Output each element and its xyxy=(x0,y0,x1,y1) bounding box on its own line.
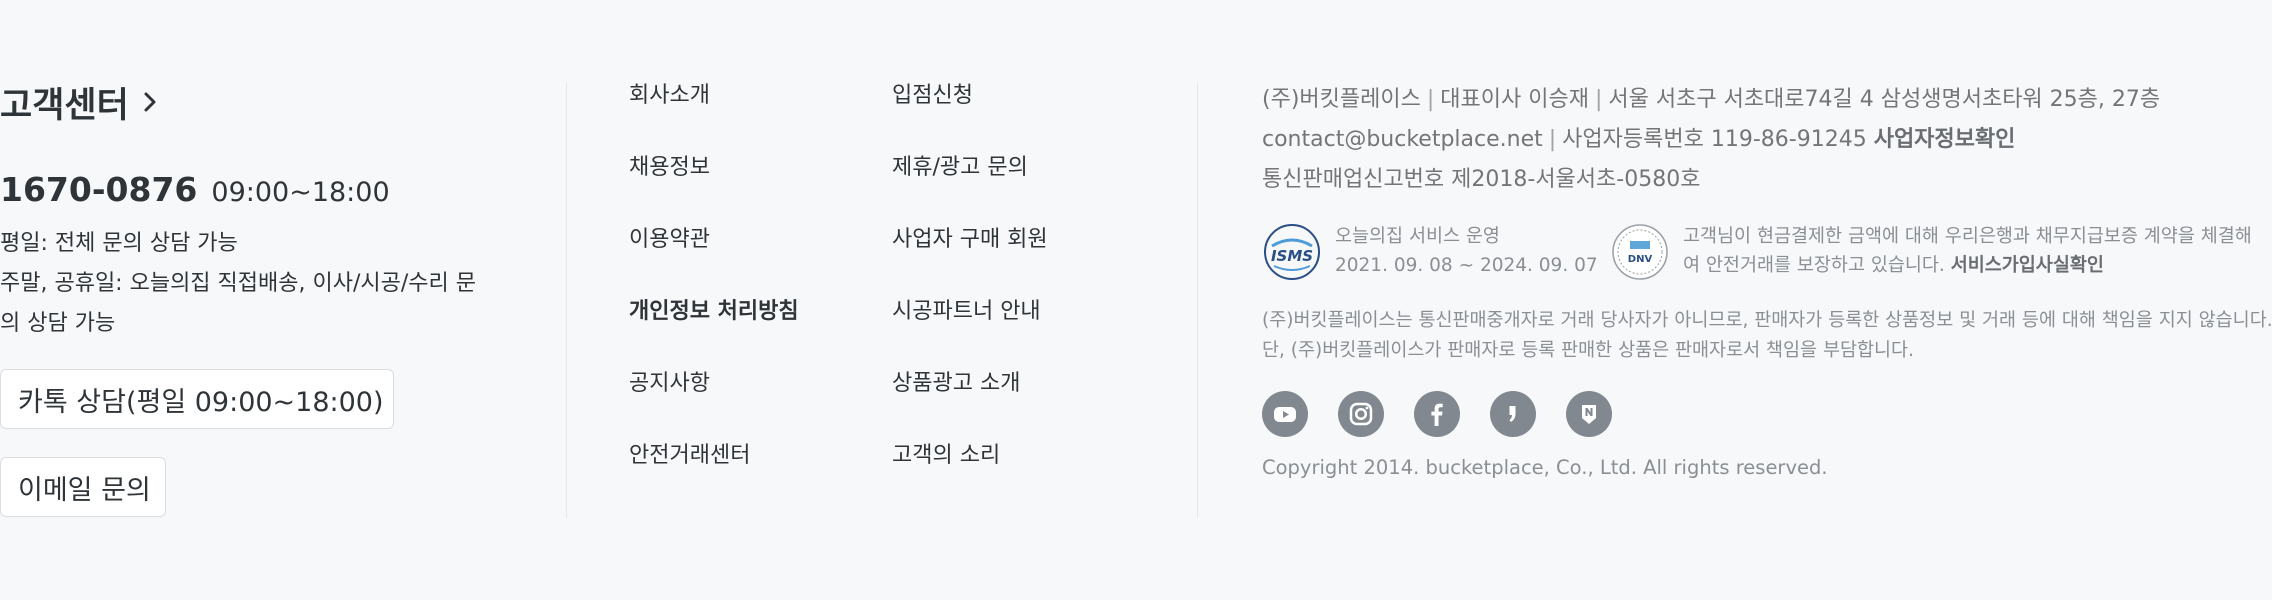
business-number: 사업자등록번호 119-86-91245 xyxy=(1562,127,1867,152)
naver-post-icon[interactable] xyxy=(1566,391,1612,437)
isms-period: 2021. 09. 08 ~ 2024. 09. 07 xyxy=(1335,255,1598,276)
isms-certification: ISMS 오늘의집 서비스 운영 2021. 09. 08 ~ 2024. 09… xyxy=(1262,222,1598,282)
dnv-seal-icon: DNV xyxy=(1612,224,1668,280)
company-line-2: contact@bucketplace.net | 사업자등록번호 119-86-9… xyxy=(1262,127,2016,152)
customer-center-link[interactable]: 고객센터 xyxy=(0,78,530,126)
footer-link-careers[interactable]: 채용정보 xyxy=(629,148,799,220)
kakao-story-icon[interactable] xyxy=(1490,391,1536,437)
consultation-line: 주말, 공휴일: 오늘의집 직접배송, 이사/시공/수리 문 xyxy=(0,271,476,296)
svg-text:DNV: DNV xyxy=(1628,254,1653,265)
column-divider xyxy=(1197,83,1198,518)
certifications: ISMS 오늘의집 서비스 운영 2021. 09. 08 ~ 2024. 09… xyxy=(1262,222,2272,292)
escrow-description: 고객님이 현금결제한 금액에 대해 우리은행과 채무지급보증 계약을 체결해 xyxy=(1683,226,2252,247)
disclaimer-line: 단, (주)버킷플레이스가 판매자로 등록 판매한 상품은 판매자로서 책임을 … xyxy=(1262,340,1914,361)
email-inquiry-button[interactable]: 이메일 문의 xyxy=(0,457,166,517)
isms-description: 오늘의집 서비스 운영 xyxy=(1335,226,1500,247)
kakao-consult-button[interactable]: 카톡 상담(평일 09:00~18:00) xyxy=(0,369,394,429)
disclaimer-line: (주)버킷플레이스는 통신판매중개자로 거래 당사자가 아니므로, 판매자가 등… xyxy=(1262,310,2272,331)
chevron-right-icon xyxy=(144,92,156,112)
footer-link-business-member[interactable]: 사업자 구매 회원 xyxy=(892,220,1048,292)
phone-number: 1670-0876 xyxy=(0,170,198,209)
isms-logo-icon: ISMS xyxy=(1264,224,1320,280)
disclaimer: (주)버킷플레이스는 통신판매중개자로 거래 당사자가 아니므로, 판매자가 등… xyxy=(1262,306,2272,366)
company-email: contact@bucketplace.net xyxy=(1262,127,1543,152)
consultation-info: 평일: 전체 문의 상담 가능 주말, 공휴일: 오늘의집 직접배송, 이사/시… xyxy=(0,224,500,344)
footer-link-privacy[interactable]: 개인정보 처리방침 xyxy=(629,292,799,364)
service-join-check-link[interactable]: 서비스가입사실확인 xyxy=(1951,255,2104,276)
svg-text:ISMS: ISMS xyxy=(1271,247,1313,265)
footer-link-terms[interactable]: 이용약관 xyxy=(629,220,799,292)
company-ceo: 대표이사 이승재 xyxy=(1440,87,1589,112)
business-info-link[interactable]: 사업자정보확인 xyxy=(1874,127,2016,152)
instagram-icon[interactable] xyxy=(1338,391,1384,437)
footer-link-construction-partner[interactable]: 시공파트너 안내 xyxy=(892,292,1048,364)
footer-link-about[interactable]: 회사소개 xyxy=(629,76,799,148)
consultation-line: 의 상담 가능 xyxy=(0,311,116,336)
operating-hours: 09:00~18:00 xyxy=(211,177,390,208)
escrow-description-cont: 여 안전거래를 보장하고 있습니다. xyxy=(1683,255,1945,276)
customer-center-contact: 1670-0876 09:00~18:00 xyxy=(0,170,390,209)
site-footer: 고객센터 1670-0876 09:00~18:00 평일: 전체 문의 상담 … xyxy=(0,0,2272,600)
footer-link-partnership[interactable]: 제휴/광고 문의 xyxy=(892,148,1048,220)
footer-link-customer-voice[interactable]: 고객의 소리 xyxy=(892,436,1048,508)
mail-order-number: 통신판매업신고번호 제2018-서울서초-0580호 xyxy=(1262,167,1701,192)
copyright: Copyright 2014. bucketplace, Co., Ltd. A… xyxy=(1262,456,1828,479)
youtube-icon[interactable] xyxy=(1262,391,1308,437)
footer-link-notices[interactable]: 공지사항 xyxy=(629,364,799,436)
column-divider xyxy=(566,83,567,518)
footer-links-company: 회사소개 채용정보 이용약관 개인정보 처리방침 공지사항 안전거래센터 xyxy=(629,76,799,508)
consultation-line: 평일: 전체 문의 상담 가능 xyxy=(0,231,238,256)
customer-center-title: 고객센터 xyxy=(0,85,129,126)
company-info: (주)버킷플레이스 | 대표이사 이승재 | 서울 서초구 서초대로74길 4 삼성생명… xyxy=(1262,80,2272,479)
company-line-1: (주)버킷플레이스 | 대표이사 이승재 | 서울 서초구 서초대로74길 4 삼성생명… xyxy=(1262,87,2161,112)
customer-center: 고객센터 1670-0876 09:00~18:00 평일: 전체 문의 상담 … xyxy=(0,78,530,517)
dnv-certification: DNV 고객님이 현금결제한 금액에 대해 우리은행과 채무지급보증 계약을 체… xyxy=(1610,222,2252,282)
facebook-icon[interactable] xyxy=(1414,391,1460,437)
social-links xyxy=(1262,391,1642,437)
company-name: (주)버킷플레이스 xyxy=(1262,87,1421,112)
footer-link-product-ads[interactable]: 상품광고 소개 xyxy=(892,364,1048,436)
footer-link-safe-trade[interactable]: 안전거래센터 xyxy=(629,436,799,508)
footer-links-partner: 입점신청 제휴/광고 문의 사업자 구매 회원 시공파트너 안내 상품광고 소개… xyxy=(892,76,1048,508)
footer-link-store-apply[interactable]: 입점신청 xyxy=(892,76,1048,148)
company-address: 서울 서초구 서초대로74길 4 삼성생명서초타워 25층, 27층 xyxy=(1608,87,2161,112)
